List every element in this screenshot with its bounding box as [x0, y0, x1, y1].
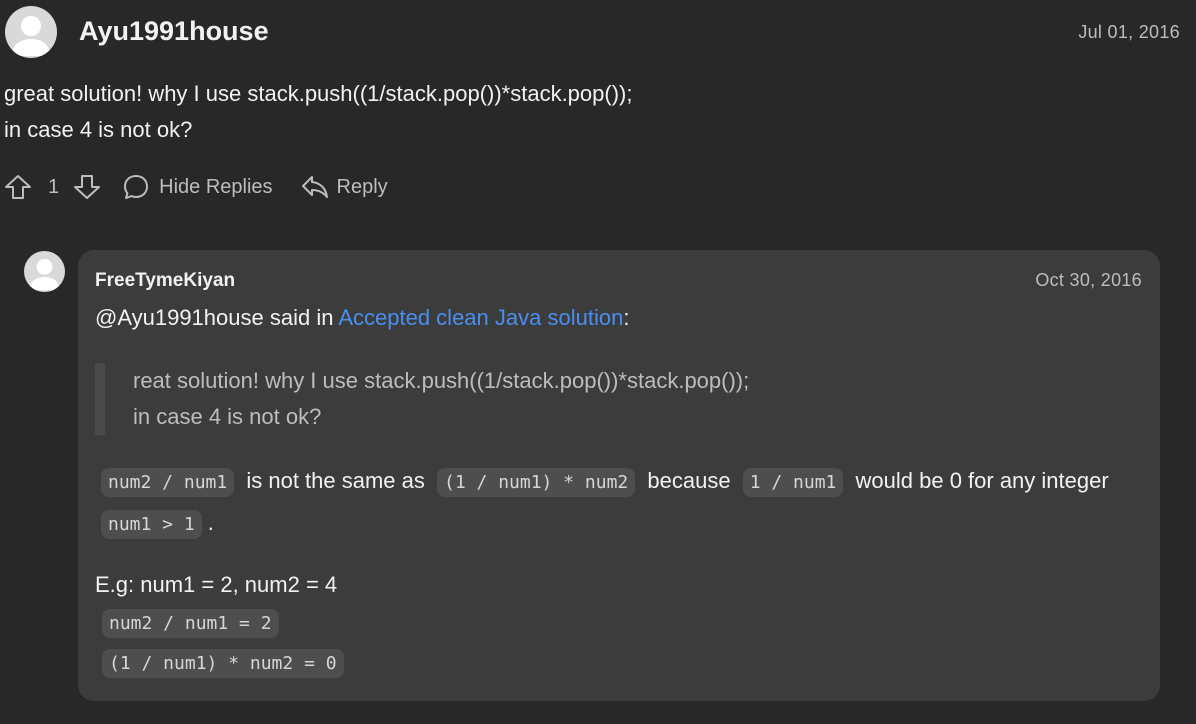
post-username[interactable]: Ayu1991house — [79, 16, 269, 47]
topic-link[interactable]: Accepted clean Java solution — [338, 305, 623, 330]
arrow-up-icon[interactable] — [4, 174, 32, 200]
hide-replies-button[interactable]: Hide Replies — [123, 174, 273, 200]
comment-bubble-icon — [123, 174, 149, 200]
reply-button[interactable]: Reply — [301, 175, 388, 199]
explanation-text: because — [647, 468, 731, 493]
hide-replies-label: Hide Replies — [159, 175, 273, 198]
blockquote: reat solution! why I use stack.push((1/s… — [95, 363, 749, 435]
quote-attribution: @Ayu1991house said in Accepted clean Jav… — [95, 305, 629, 331]
example-line: E.g: num1 = 2, num2 = 4 — [95, 572, 338, 597]
inline-code: num1 > 1 — [101, 510, 202, 539]
arrow-down-icon[interactable] — [73, 174, 101, 200]
inline-code: (1 / num1) * num2 — [437, 468, 636, 497]
reply-card: FreeTymeKiyan Oct 30, 2016 @Ayu1991house… — [78, 250, 1160, 701]
post-body-line1: great solution! why I use stack.push((1/… — [4, 81, 633, 106]
explanation-text: . — [207, 510, 214, 535]
reply-arrow-icon — [301, 175, 329, 199]
explanation-paragraph: num2 / num1 is not the same as (1 / num1… — [95, 461, 1135, 545]
explanation-text: is not the same as — [246, 468, 425, 493]
mention[interactable]: @Ayu1991house — [95, 305, 264, 330]
post-actions: 1 Hide Replies Reply — [4, 170, 388, 204]
inline-code: num2 / num1 — [101, 468, 235, 497]
explanation-text: would be 0 for any integer — [855, 468, 1109, 493]
quote-line2: in case 4 is not ok? — [133, 404, 322, 429]
reply-username[interactable]: FreeTymeKiyan — [95, 270, 235, 292]
inline-code: 1 / num1 — [742, 468, 844, 497]
reply-label: Reply — [336, 175, 388, 198]
post-date: Jul 01, 2016 — [1078, 22, 1180, 42]
user-avatar-icon[interactable] — [5, 6, 57, 58]
colon: : — [623, 305, 630, 330]
reply-date: Oct 30, 2016 — [1035, 270, 1142, 290]
post-body-line2: in case 4 is not ok? — [4, 117, 193, 142]
said-in-text: said in — [263, 305, 339, 330]
quote-line1: reat solution! why I use stack.push((1/s… — [133, 368, 750, 393]
post-body: great solution! why I use stack.push((1/… — [4, 76, 632, 148]
code-example: (1 / num1) * num2 = 0 — [102, 649, 344, 678]
vote-count: 1 — [48, 175, 60, 198]
code-example: num2 / num1 = 2 — [102, 609, 279, 638]
user-avatar-icon[interactable] — [24, 251, 65, 292]
